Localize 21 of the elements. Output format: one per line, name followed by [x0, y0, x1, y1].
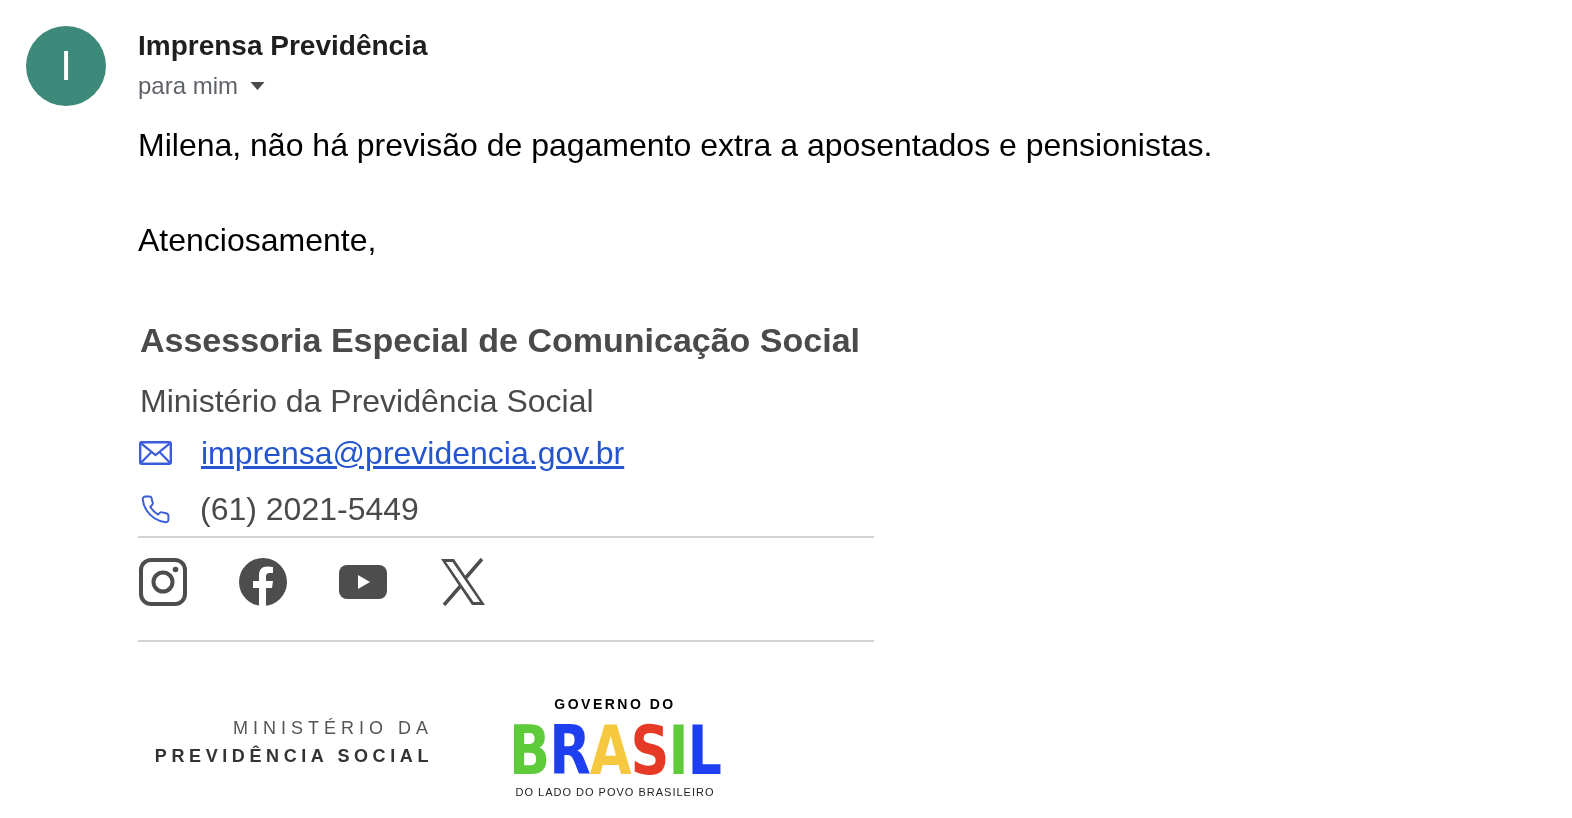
facebook-icon[interactable]	[239, 558, 287, 606]
phone-number: (61) 2021-5449	[200, 490, 419, 529]
ministry-logo-text: MINISTÉRIO DA	[233, 717, 433, 740]
caret-icon[interactable]	[250, 82, 266, 90]
government-logo-tagline: DO LADO DO POVO BRASILEIRO	[515, 785, 715, 799]
sender-name: Imprensa Previdência	[138, 29, 428, 63]
email-link[interactable]: imprensa@previdencia.gov.br	[201, 433, 625, 473]
x-logo-icon[interactable]	[439, 558, 487, 606]
avatar: I	[26, 26, 106, 106]
organization-name: Ministério da Previdência Social	[140, 382, 594, 421]
youtube-icon[interactable]	[339, 565, 387, 599]
recipient-label: para mim	[138, 71, 239, 101]
instagram-icon[interactable]	[139, 558, 187, 606]
envelope-icon	[139, 441, 172, 465]
brasil-wordmark: BRASIL	[509, 718, 721, 784]
signature-title: Assessoria Especial de Comunicação Social	[140, 320, 860, 360]
message-paragraph: Milena, não há previsão de pagamento extra a aposentados e pensionistas.	[138, 126, 1213, 164]
phone-icon	[139, 493, 172, 525]
message-paragraph: Atenciosamente,	[138, 221, 377, 259]
ministry-logo-text: PREVIDÊNCIA SOCIAL	[154, 744, 433, 768]
government-logo-heading: GOVERNO DO	[554, 695, 676, 713]
